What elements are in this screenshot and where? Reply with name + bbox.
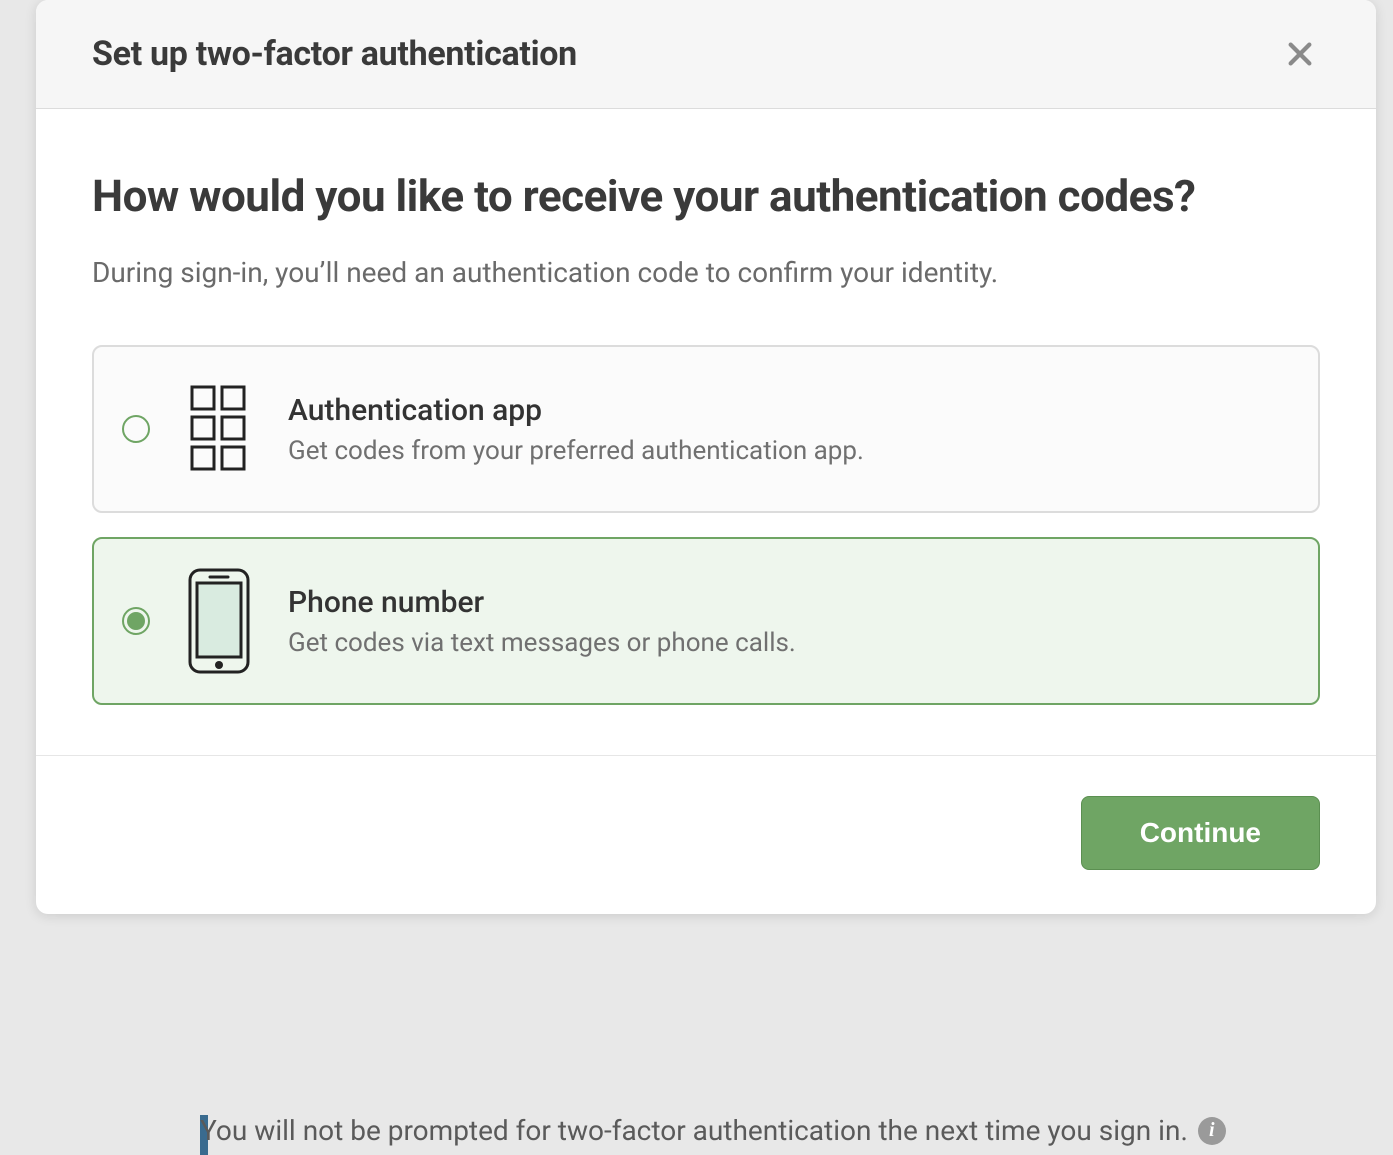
option-auth-app-desc: Get codes from your preferred authentica… <box>288 436 1290 466</box>
background-notice-text: You will not be prompted for two-factor … <box>200 1114 1188 1147</box>
option-auth-app[interactable]: Authentication app Get codes from your p… <box>92 345 1320 513</box>
modal-heading: How would you like to receive your authe… <box>92 169 1320 224</box>
option-auth-app-title: Authentication app <box>288 393 1290 428</box>
close-icon <box>1284 38 1316 70</box>
background-notice: You will not be prompted for two-factor … <box>200 1114 1393 1147</box>
info-icon: i <box>1198 1117 1226 1145</box>
radio-auth-app[interactable] <box>122 415 150 443</box>
option-auth-app-text: Authentication app Get codes from your p… <box>288 393 1290 466</box>
option-phone[interactable]: Phone number Get codes via text messages… <box>92 537 1320 705</box>
option-list: Authentication app Get codes from your p… <box>92 345 1320 705</box>
modal-subtext: During sign-in, you’ll need an authentic… <box>92 256 1320 289</box>
option-phone-title: Phone number <box>288 585 1290 620</box>
two-factor-modal: Set up two-factor authentication How wou… <box>36 0 1376 914</box>
modal-header: Set up two-factor authentication <box>36 0 1376 109</box>
continue-button[interactable]: Continue <box>1081 796 1320 870</box>
grid-icon <box>184 379 254 479</box>
option-phone-text: Phone number Get codes via text messages… <box>288 585 1290 658</box>
modal-footer: Continue <box>36 755 1376 914</box>
modal-body: How would you like to receive your authe… <box>36 109 1376 755</box>
modal-title: Set up two-factor authentication <box>92 34 577 74</box>
close-button[interactable] <box>1280 34 1320 74</box>
phone-icon <box>184 571 254 671</box>
option-phone-desc: Get codes via text messages or phone cal… <box>288 628 1290 658</box>
radio-phone[interactable] <box>122 607 150 635</box>
